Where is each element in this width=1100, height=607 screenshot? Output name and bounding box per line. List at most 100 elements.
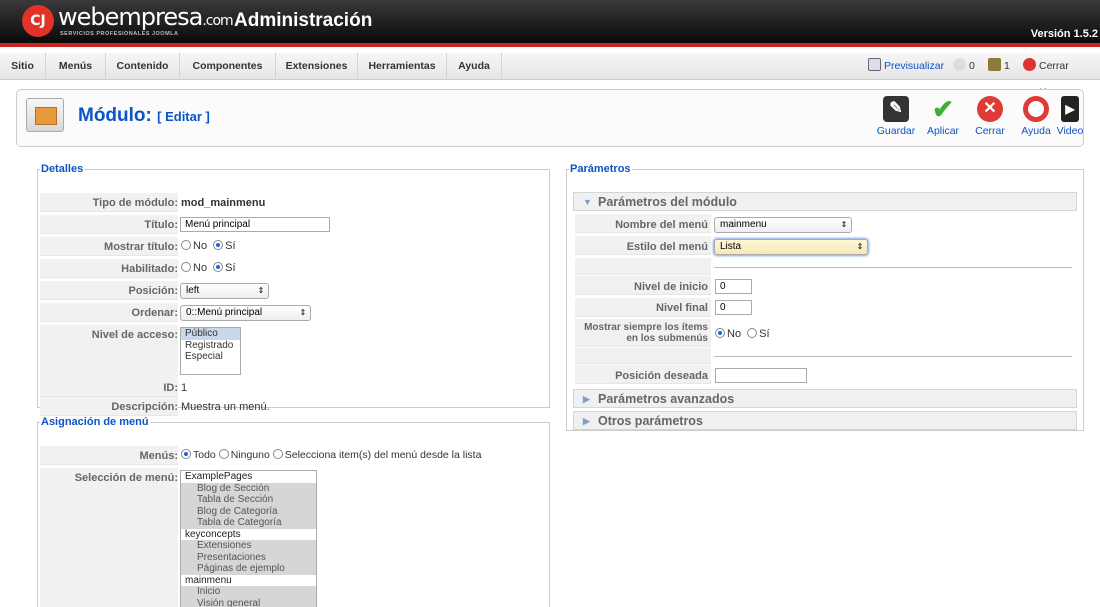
module-params-panel-header[interactable]: ▼ Parámetros del módulo	[573, 192, 1077, 211]
collapsed-triangle-icon: ▶	[583, 416, 590, 426]
close-button[interactable]: ✕ Cerrar	[967, 96, 1013, 144]
always-show-no-label: No	[727, 328, 742, 340]
start-level-input[interactable]: 0	[715, 279, 752, 294]
select-arrow-icon: ⇕	[257, 286, 265, 295]
toolbar-box: Módulo: [ Editar ] ✎ Guardar ✔ Aplicar ✕…	[16, 89, 1084, 147]
access-option[interactable]: Especial	[181, 351, 240, 363]
menu-extensiones[interactable]: Extensiones	[276, 53, 358, 80]
messages-count: 0	[969, 60, 975, 72]
enabled-yes-radio[interactable]	[213, 262, 224, 272]
menus-label: Menús:	[139, 450, 179, 462]
other-params-title: Otros parámetros	[598, 414, 703, 428]
access-option[interactable]: Registrado	[181, 340, 240, 352]
position-label: Posición:	[128, 285, 178, 297]
users-count: 1	[1004, 60, 1010, 72]
menu-selection-listbox[interactable]: ExamplePages Blog de Sección Tabla de Secc…	[180, 470, 317, 607]
show-title-label: Mostrar título:	[104, 241, 178, 253]
description-value: Muestra un menú.	[181, 401, 270, 413]
menus-none-radio[interactable]	[218, 449, 229, 459]
preview-icon	[868, 58, 881, 71]
menu-contenido[interactable]: Contenido	[106, 53, 180, 80]
menu-herramientas[interactable]: Herramientas	[358, 53, 447, 80]
menu-link-item[interactable]: Extensiones	[181, 540, 316, 552]
id-value: 1	[181, 382, 188, 394]
video-icon: ▶	[1061, 96, 1079, 122]
menu-style-select[interactable]: Lista ⇕	[714, 239, 868, 255]
menu-link-item[interactable]: Tabla de Sección	[181, 494, 316, 506]
order-select[interactable]: 0::Menú principal ⇕	[180, 305, 311, 321]
help-button[interactable]: Ayuda	[1013, 96, 1059, 144]
menu-link-item[interactable]: Blog de Categoría	[181, 506, 316, 518]
show-title-yes-radio[interactable]	[213, 240, 224, 250]
show-title-yes-label: Sí	[225, 240, 236, 252]
logout-link[interactable]: Cerrar sesión	[1023, 53, 1100, 99]
menu-link-item[interactable]: Tabla de Categoría	[181, 517, 316, 529]
id-label: ID:	[163, 382, 178, 394]
menu-name-select[interactable]: mainmenu ⇕	[714, 217, 852, 233]
enabled-yes-label: Sí	[225, 262, 236, 274]
save-button[interactable]: ✎ Guardar	[873, 96, 919, 144]
position-select[interactable]: left ⇕	[180, 283, 269, 299]
title-input[interactable]: Menú principal	[180, 217, 330, 232]
menu-style-label: Estilo del menú	[626, 241, 708, 253]
start-level-label: Nivel de inicio	[634, 281, 708, 293]
enabled-no-radio[interactable]	[181, 262, 191, 272]
menu-name-value: mainmenu	[720, 219, 767, 230]
app-header: CJ webempresa.com SERVICIOS PROFESIONALE…	[0, 0, 1100, 47]
menu-link-item[interactable]: Páginas de ejemplo	[181, 563, 316, 575]
preview-label[interactable]: Previsualizar	[884, 60, 944, 72]
params-fieldset: Parámetros ▼ Parámetros del módulo Nombre…	[566, 163, 1084, 431]
other-params-panel-header[interactable]: ▶ Otros parámetros	[573, 411, 1077, 430]
message-icon	[953, 58, 966, 71]
menu-menus[interactable]: Menús	[46, 53, 106, 80]
page-title-main: Módulo:	[78, 105, 152, 126]
menu-sitio[interactable]: Sitio	[0, 53, 46, 80]
title-label: Título:	[144, 219, 178, 231]
messages-indicator[interactable]: 0	[953, 53, 975, 80]
access-listbox[interactable]: Público Registrado Especial	[180, 327, 241, 375]
menu-group-item[interactable]: mainmenu	[181, 574, 316, 586]
position-value: left	[186, 285, 200, 296]
target-position-label: Posición deseada	[615, 370, 708, 382]
preview-link[interactable]: Previsualizar	[868, 53, 944, 80]
menu-link-item[interactable]: Inicio	[181, 586, 316, 598]
lifebuoy-icon	[1023, 96, 1049, 122]
expanded-triangle-icon: ▼	[583, 197, 592, 207]
menu-assignment-fieldset: Asignación de menú Menús: Todo Ninguno S…	[37, 416, 550, 607]
always-show-yes-radio[interactable]	[747, 328, 758, 338]
select-arrow-icon: ⇕	[299, 308, 307, 317]
always-show-no-radio[interactable]	[715, 328, 725, 338]
menu-name-label: Nombre del menú	[615, 219, 708, 231]
apply-button[interactable]: ✔ Aplicar	[920, 96, 966, 144]
menu-link-item[interactable]: Blog de Sección	[181, 483, 316, 495]
video-label: Video	[1056, 125, 1084, 137]
menu-ayuda[interactable]: Ayuda	[447, 53, 502, 80]
menu-link-item[interactable]: Presentaciones	[181, 552, 316, 564]
menu-group-item[interactable]: keyconcepts	[181, 528, 316, 540]
menu-componentes[interactable]: Componentes	[180, 53, 276, 80]
module-params-title: Parámetros del módulo	[598, 195, 737, 209]
menu-group-item[interactable]: ExamplePages	[181, 471, 316, 483]
menus-all-radio[interactable]	[181, 449, 191, 459]
menus-radios: Todo Ninguno Selecciona item(s) del menú…	[181, 449, 481, 461]
help-label: Ayuda	[1021, 125, 1051, 137]
page-title-sub: [ Editar ]	[157, 109, 210, 124]
header-divider	[0, 43, 1100, 47]
menu-link-item[interactable]: Visión general	[181, 598, 316, 607]
access-option[interactable]: Público	[181, 328, 240, 340]
module-type-value: mod_mainmenu	[181, 197, 266, 209]
main-menubar: Sitio Menús Contenido Componentes Extens…	[0, 53, 1100, 99]
users-indicator[interactable]: 1	[988, 53, 1010, 80]
end-level-input[interactable]: 0	[715, 300, 752, 315]
collapsed-triangle-icon: ▶	[583, 394, 590, 404]
enabled-no-label: No	[193, 262, 208, 274]
target-position-input[interactable]	[715, 368, 807, 383]
show-title-radios: No Sí	[181, 240, 236, 252]
video-button[interactable]: ▶ Video	[1055, 96, 1085, 144]
menus-select-radio[interactable]	[272, 449, 283, 459]
advanced-params-panel-header[interactable]: ▶ Parámetros avanzados	[573, 389, 1077, 408]
always-show-yes-label: Sí	[759, 328, 770, 340]
logo-com-text: .com	[202, 13, 233, 29]
show-title-no-radio[interactable]	[181, 240, 191, 250]
end-level-label: Nivel final	[656, 302, 708, 314]
